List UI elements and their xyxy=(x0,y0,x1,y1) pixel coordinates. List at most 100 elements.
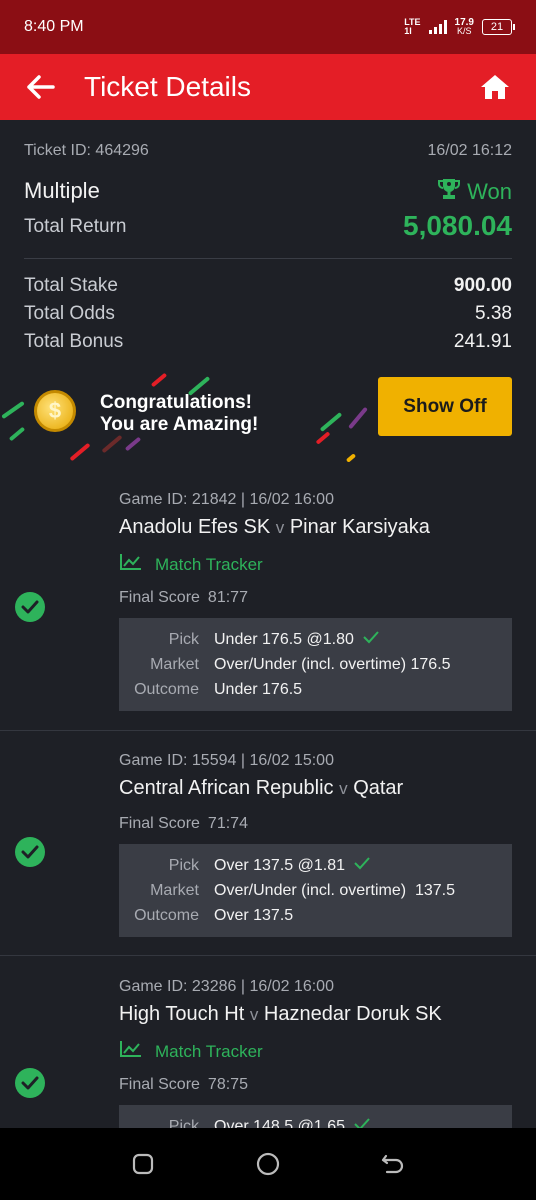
match-tracker-link[interactable]: Match Tracker xyxy=(119,553,263,576)
coin-symbol: $ xyxy=(48,398,62,423)
won-label: Won xyxy=(467,179,512,204)
final-score: Final Score 71:74 xyxy=(119,815,248,833)
pick-label: Pick xyxy=(168,1117,199,1129)
pick-label: Pick xyxy=(168,856,199,874)
signal-icon xyxy=(428,20,447,34)
coin-icon: $ xyxy=(34,390,76,432)
outcome-value: Under 176.5 xyxy=(214,680,303,698)
pick-details: Pick Over 148.5 @1.65 xyxy=(119,1105,512,1128)
market-label: Market xyxy=(150,881,199,899)
final-score: Final Score 78:75 xyxy=(119,1076,248,1094)
ticket-summary: Ticket ID: 464296 16/02 16:12 Multiple W… xyxy=(0,120,536,370)
total-return-value: 5,080.04 xyxy=(403,210,512,241)
battery-icon: 21 xyxy=(482,19,515,35)
network-sub: 1l xyxy=(404,26,412,36)
checkmark-icon xyxy=(362,630,380,649)
back-nav-icon[interactable] xyxy=(373,1144,413,1184)
total-stake-label: Total Stake xyxy=(24,275,118,296)
chart-icon xyxy=(119,553,143,576)
net-speed: 17.9 K/S xyxy=(455,18,474,36)
game-card: Game ID: 15594 | 16/02 15:00 Central Afr… xyxy=(0,739,536,955)
system-nav-bar xyxy=(0,1128,536,1200)
market-value: Over/Under (incl. overtime) 176.5 xyxy=(214,655,451,673)
pick-text: Over 137.5 @1.81 xyxy=(214,856,345,874)
outcome-label: Outcome xyxy=(134,680,199,698)
outcome-row: Outcome Over 137.5 xyxy=(119,903,512,928)
chart-icon xyxy=(119,1040,143,1063)
check-circle-icon xyxy=(15,837,45,867)
pick-value: Under 176.5 @1.80 xyxy=(214,630,380,649)
total-odds-label: Total Odds xyxy=(24,303,115,324)
market-value: Over/Under (incl. overtime) 137.5 xyxy=(214,881,455,899)
arrow-left-icon[interactable] xyxy=(24,70,58,104)
pick-row: Pick Under 176.5 @1.80 xyxy=(119,627,512,652)
game-id: Game ID: 21842 | 16/02 16:00 xyxy=(119,491,334,508)
final-score-label: Final Score xyxy=(119,589,200,606)
congrats-line1: Congratulations! xyxy=(100,392,252,413)
status-icons: LTE 1l 17.9 K/S 21 xyxy=(404,18,515,36)
status-bar: 8:40 PM LTE 1l 17.9 K/S 21 xyxy=(0,0,536,54)
home-team: Anadolu Efes SK xyxy=(119,516,271,538)
market-label: Market xyxy=(150,655,199,673)
pick-label: Pick xyxy=(168,630,199,648)
network-indicator: LTE 1l xyxy=(404,18,420,36)
outcome-row: Outcome Under 176.5 xyxy=(119,677,512,702)
pick-details: Pick Over 137.5 @1.81 Market Over/Under … xyxy=(119,844,512,937)
final-score-label: Final Score xyxy=(119,815,200,832)
game-card: Game ID: 21842 | 16/02 16:00 Anadolu Efe… xyxy=(0,478,536,730)
final-score-value: 78:75 xyxy=(207,1076,248,1093)
outcome-label: Outcome xyxy=(134,906,199,924)
game-divider xyxy=(0,955,536,956)
check-circle-icon xyxy=(15,1068,45,1098)
away-team: Pinar Karsiyaka xyxy=(289,516,430,538)
versus-separator: v xyxy=(249,1005,259,1024)
away-team: Qatar xyxy=(353,777,404,799)
total-stake-value: 900.00 xyxy=(453,275,512,296)
match-tracker-label: Match Tracker xyxy=(155,554,263,574)
show-off-button[interactable]: Show Off xyxy=(378,377,512,436)
away-team: Haznedar Doruk SK xyxy=(263,1003,442,1025)
final-score: Final Score 81:77 xyxy=(119,589,248,607)
confetti-decoration xyxy=(69,442,91,462)
home-icon[interactable] xyxy=(478,70,512,104)
total-return-label: Total Return xyxy=(24,216,127,237)
versus-separator: v xyxy=(275,518,285,537)
congrats-text: Congratulations! You are Amazing! xyxy=(100,392,258,436)
game-teams: High Touch Ht v Haznedar Doruk SK xyxy=(119,1003,442,1026)
home-circle-icon[interactable] xyxy=(248,1144,288,1184)
confetti-decoration xyxy=(8,426,26,442)
status-time: 8:40 PM xyxy=(24,18,84,35)
market-row: Market Over/Under (incl. overtime) 137.5 xyxy=(119,878,512,903)
pick-row: Pick Over 137.5 @1.81 xyxy=(119,853,512,878)
confetti-decoration xyxy=(319,412,343,432)
pick-details: Pick Under 176.5 @1.80 Market Over/Under… xyxy=(119,618,512,711)
confetti-decoration xyxy=(348,406,368,430)
checkmark-icon xyxy=(353,1117,371,1128)
recent-apps-icon[interactable] xyxy=(123,1144,163,1184)
app-bar: Ticket Details xyxy=(0,54,536,120)
outcome-value: Over 137.5 xyxy=(214,906,294,924)
confetti-decoration xyxy=(315,431,331,445)
pick-value: Over 148.5 @1.65 xyxy=(214,1117,371,1128)
game-id: Game ID: 15594 | 16/02 15:00 xyxy=(119,752,334,769)
ticket-id: Ticket ID: 464296 xyxy=(24,142,149,159)
game-divider xyxy=(0,730,536,731)
congrats-line2: You are Amazing! xyxy=(100,414,259,435)
game-teams: Anadolu Efes SK v Pinar Karsiyaka xyxy=(119,516,430,539)
final-score-value: 71:74 xyxy=(207,815,248,832)
market-row: Market Over/Under (incl. overtime) 176.5 xyxy=(119,652,512,677)
game-teams: Central African Republic v Qatar xyxy=(119,777,403,800)
match-tracker-label: Match Tracker xyxy=(155,1041,263,1061)
total-bonus-value: 241.91 xyxy=(453,331,512,352)
confetti-decoration xyxy=(150,372,168,388)
final-score-label: Final Score xyxy=(119,1076,200,1093)
final-score-value: 81:77 xyxy=(207,589,248,606)
total-bonus-label: Total Bonus xyxy=(24,331,124,352)
congrats-banner: $ Congratulations! You are Amazing! Show… xyxy=(0,370,536,465)
won-status: Won xyxy=(437,178,512,206)
divider xyxy=(24,258,512,259)
match-tracker-link[interactable]: Match Tracker xyxy=(119,1040,263,1063)
home-team: Central African Republic xyxy=(119,777,334,799)
pick-value: Over 137.5 @1.81 xyxy=(214,856,371,875)
check-circle-icon xyxy=(15,592,45,622)
